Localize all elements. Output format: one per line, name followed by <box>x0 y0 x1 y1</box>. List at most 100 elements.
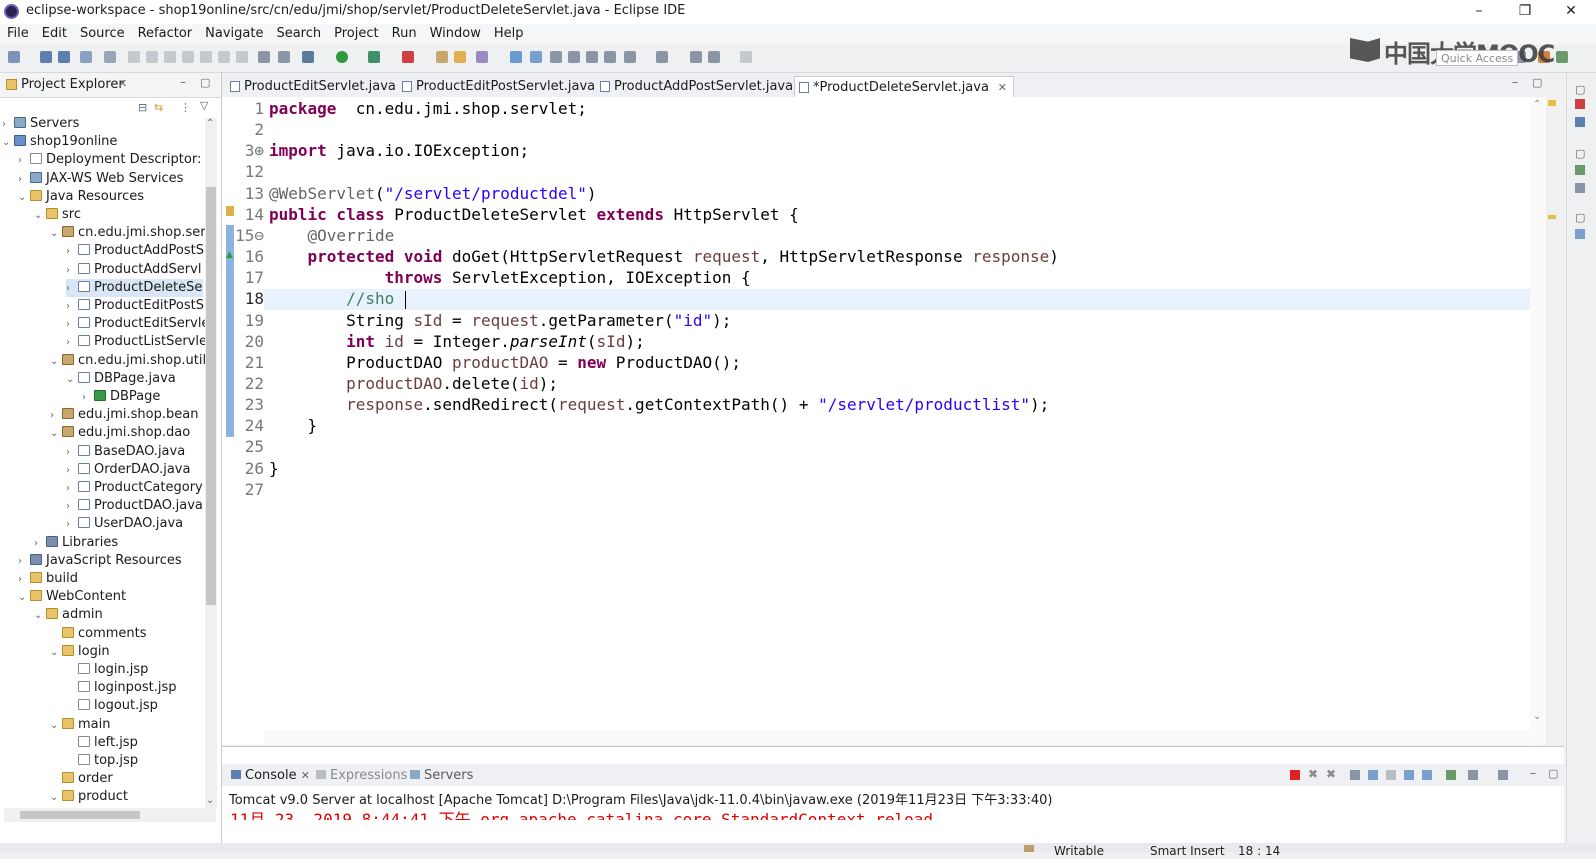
resume-icon[interactable] <box>128 51 140 63</box>
overview-occurrence-marker[interactable] <box>1548 215 1556 219</box>
code-line[interactable]: public class ProductDeleteServlet extend… <box>269 204 799 225</box>
tree-item[interactable]: › Servers <box>2 115 79 133</box>
chevron-right-icon[interactable]: › <box>18 171 30 189</box>
tree-item[interactable]: › UserDAO.java <box>66 515 183 533</box>
tree-item[interactable]: ⌄ main <box>50 716 110 734</box>
tree-item[interactable]: › ProductDeleteSe <box>66 278 203 297</box>
chevron-down-icon[interactable]: ⌄ <box>18 589 30 607</box>
close-icon[interactable]: ✕ <box>301 769 310 782</box>
chevron-right-icon[interactable]: › <box>66 298 78 316</box>
tree-item[interactable]: › JavaScript Resources <box>18 552 182 570</box>
code-line[interactable]: productDAO.delete(id); <box>269 373 558 394</box>
pilcrow-icon[interactable] <box>604 51 616 63</box>
open-console-icon[interactable] <box>1498 770 1508 780</box>
chevron-down-icon[interactable]: ⌄ <box>34 607 46 625</box>
close-icon[interactable]: ✕ <box>118 77 127 90</box>
block-selection-icon[interactable] <box>550 51 562 63</box>
properties-icon[interactable] <box>1575 117 1585 127</box>
close-button[interactable]: ✕ <box>1548 0 1594 24</box>
chevron-down-icon[interactable]: ⌄ <box>50 717 62 735</box>
step-return-icon[interactable] <box>236 51 248 63</box>
menu-window[interactable]: Window <box>423 24 487 44</box>
tree-item[interactable]: › ProductEditServle <box>66 315 209 333</box>
code-line[interactable]: int id = Integer.parseInt(sId); <box>269 331 645 352</box>
tree-item[interactable]: › ProductAddPostS <box>66 242 204 260</box>
status-insert-mode[interactable]: Smart Insert <box>1150 843 1225 859</box>
run-icon[interactable] <box>336 51 348 63</box>
chevron-right-icon[interactable]: › <box>66 516 78 534</box>
word-wrap-icon[interactable] <box>1386 770 1396 780</box>
close-icon[interactable]: ✕ <box>998 77 1007 98</box>
chevron-right-icon[interactable]: › <box>18 571 30 589</box>
search-icon[interactable] <box>476 51 488 63</box>
code-line[interactable]: String sId = request.getParameter("id"); <box>269 310 731 331</box>
task-list-icon[interactable] <box>1575 183 1585 193</box>
scroll-up-icon[interactable]: ⌃ <box>206 118 214 129</box>
tree-item[interactable]: logout.jsp <box>66 697 158 715</box>
tree-item[interactable]: login.jsp <box>66 661 148 679</box>
prev-annotation-icon[interactable] <box>656 51 668 63</box>
chevron-down-icon[interactable]: ⌄ <box>50 644 62 662</box>
collapse-all-icon[interactable]: ⊟ <box>138 101 147 114</box>
tree-item[interactable]: › edu.jmi.shop.bean <box>50 406 198 424</box>
chevron-right-icon[interactable]: › <box>82 389 94 407</box>
next-annotation-icon[interactable] <box>624 51 636 63</box>
tree-item[interactable]: › ProductDAO.java <box>66 497 203 515</box>
tab-producteditpostservlet[interactable]: ProductEditPostServlet.java <box>398 76 595 97</box>
chevron-right-icon[interactable]: › <box>66 262 78 280</box>
print-icon[interactable] <box>80 51 92 63</box>
tab-console[interactable]: Console ✕ <box>231 767 310 785</box>
menu-run[interactable]: Run <box>385 24 423 44</box>
tree-item[interactable]: top.jsp <box>66 752 138 770</box>
restore-view-icon[interactable]: ▢ <box>1575 83 1585 96</box>
editor-vertical-scrollbar[interactable]: ⌃ ⌄ <box>1530 97 1546 745</box>
tree-item[interactable]: ⌄ login <box>50 643 110 661</box>
menu-search[interactable]: Search <box>269 24 327 44</box>
menu-file[interactable]: File <box>0 24 35 44</box>
maximize-view-icon[interactable]: ▢ <box>200 76 210 89</box>
code-line[interactable]: ProductDAO productDAO = new ProductDAO()… <box>269 352 741 373</box>
skip-breakpoints-icon[interactable] <box>104 51 116 63</box>
tree-item[interactable]: ⌄ DBPage.java <box>66 370 176 388</box>
debug-icon[interactable] <box>302 51 314 63</box>
debug-perspective-icon[interactable] <box>1556 51 1568 63</box>
chevron-right-icon[interactable]: › <box>34 535 46 553</box>
console-log-line[interactable]: 11月 23, 2019 8:44:41 下午 org.apache.catal… <box>230 806 933 820</box>
tree-item[interactable]: › ProductListServle <box>66 333 207 351</box>
tab-productdeleteservlet[interactable]: *ProductDeleteServlet.java ✕ <box>794 76 1014 98</box>
restore-view-icon[interactable]: ▢ <box>1575 147 1585 160</box>
tree-item[interactable]: order <box>50 770 113 788</box>
tree-item[interactable]: ⌄ shop19online <box>2 133 117 151</box>
chevron-right-icon[interactable]: › <box>66 280 78 297</box>
tree-item[interactable]: › Libraries <box>34 534 118 552</box>
chevron-down-icon[interactable]: ⌄ <box>66 371 78 389</box>
tree-item[interactable]: loginpost.jsp <box>66 679 177 697</box>
chevron-right-icon[interactable]: › <box>18 152 30 170</box>
chevron-right-icon[interactable]: › <box>66 316 78 334</box>
restore-view-icon[interactable]: ▢ <box>1575 211 1585 224</box>
minimize-button[interactable]: – <box>1456 0 1502 24</box>
minimize-view-icon[interactable]: – <box>180 75 186 89</box>
code-line[interactable]: @Override <box>269 225 395 246</box>
suspend-icon[interactable] <box>146 51 158 63</box>
code-line[interactable]: @WebServlet("/servlet/productdel") <box>269 183 597 204</box>
save-all-icon[interactable] <box>58 51 70 63</box>
minimize-view-icon[interactable]: – <box>1530 766 1536 780</box>
quick-access-input[interactable]: Quick Access <box>1436 50 1518 66</box>
maximize-editor-icon[interactable]: ▢ <box>1532 76 1542 89</box>
chevron-down-icon[interactable]: ⌄ <box>34 207 46 225</box>
show-stdout-icon[interactable] <box>1404 770 1414 780</box>
scroll-lock-icon[interactable] <box>1368 770 1378 780</box>
build-icon[interactable] <box>278 51 290 63</box>
tab-productaddpostservlet[interactable]: ProductAddPostServlet.java <box>596 76 793 97</box>
override-marker-icon[interactable]: ▲ <box>226 250 233 260</box>
tree-item[interactable]: › ProductEditPostS <box>66 297 204 315</box>
code-line[interactable]: //sho <box>269 288 394 309</box>
link-with-editor-icon[interactable]: ⇆ <box>154 101 163 114</box>
scroll-down-icon[interactable]: ⌄ <box>206 795 214 806</box>
terminate-icon[interactable] <box>1290 770 1300 780</box>
code-line[interactable]: throws ServletException, IOException { <box>269 267 751 288</box>
tree-item[interactable]: › build <box>18 570 78 588</box>
tree-item[interactable]: › BaseDAO.java <box>66 443 185 461</box>
back-icon[interactable] <box>708 51 720 63</box>
